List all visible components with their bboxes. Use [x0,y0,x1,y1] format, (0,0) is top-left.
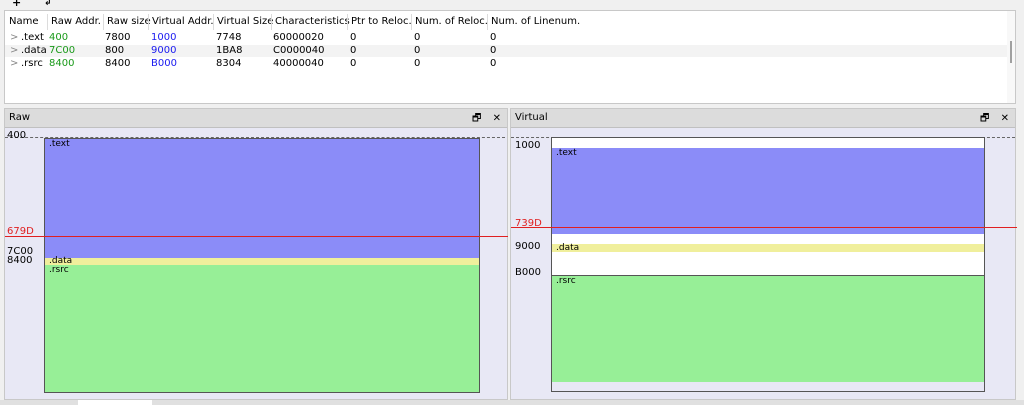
raw-size: 7800 [105,32,131,43]
characteristics: C0000040 [273,45,325,56]
close-icon[interactable]: ✕ [1001,113,1009,124]
raw-size: 8400 [105,58,131,69]
raw-section-map: .text .data .rsrc [44,138,480,393]
virtual-panel-header: Virtual 🗗 ✕ [511,109,1015,128]
restore-icon[interactable]: 🗗 [472,113,481,124]
col-separator [103,14,104,30]
section-label: .text [49,139,70,149]
virtual-cursor-line [511,227,1017,228]
section-name: .data [21,45,47,56]
col-separator [271,14,272,30]
virtual-header-gap [552,138,984,148]
col-separator [347,14,348,30]
table-header: Name Raw Addr. Raw size Virtual Addr. Vi… [5,14,1015,30]
section-name: .text [21,32,44,43]
raw-addr-start: 400 [7,130,27,141]
raw-panel-title: Raw [9,112,31,123]
raw-data-section[interactable]: .data [45,256,479,266]
col-ptr-reloc-header[interactable]: Ptr to Reloc. [351,16,412,27]
raw-addr: 400 [49,32,69,43]
raw-cursor-addr: 679D [7,226,34,237]
raw-addr-rsrc: 8400 [7,255,33,266]
col-num-linenum-header[interactable]: Num. of Linenum. [491,16,580,27]
section-label: .rsrc [556,276,576,286]
num-linenum: 0 [490,58,497,69]
num-reloc: 0 [414,45,421,56]
expand-chevron-icon[interactable]: > [10,45,18,57]
col-virtual-addr-header[interactable]: Virtual Addr. [152,16,214,27]
section-label: .text [556,148,577,158]
virtual-gap [552,234,984,244]
virtual-addr-data: 9000 [515,241,541,252]
virtual-text-section[interactable]: .text [552,148,984,234]
raw-rsrc-section[interactable]: .rsrc [45,265,479,392]
raw-addr: 8400 [49,58,75,69]
col-separator [148,14,149,30]
virtual-panel-title: Virtual [515,112,548,123]
expand-chevron-icon[interactable]: > [10,58,18,70]
ptr-reloc: 0 [350,32,357,43]
virtual-addr-rsrc: B000 [515,267,541,278]
characteristics: 40000040 [273,58,324,69]
table-row[interactable]: > .data 7C00 800 9000 1BA8 C0000040 0 0 … [5,45,1011,57]
virtual-size: 1BA8 [216,45,243,56]
ptr-reloc: 0 [350,58,357,69]
col-name-header[interactable]: Name [9,16,39,27]
virtual-size: 8304 [216,58,242,69]
extra-button[interactable]: ↲ [44,0,52,8]
table-row[interactable]: > .rsrc 8400 8400 B000 8304 40000040 0 0… [5,58,1011,70]
bottom-tab-bar [0,400,1024,405]
num-reloc: 0 [414,32,421,43]
virtual-cursor-addr: 739D [515,218,542,229]
sections-table: Name Raw Addr. Raw size Virtual Addr. Vi… [4,10,1016,104]
col-num-reloc-header[interactable]: Num. of Reloc. [415,16,488,27]
col-separator [411,14,412,30]
col-raw-addr-header[interactable]: Raw Addr. [51,16,101,27]
virtual-gap [552,252,984,276]
add-button[interactable]: + [12,0,21,9]
raw-panel-header: Raw 🗗 ✕ [5,109,507,128]
restore-icon[interactable]: 🗗 [980,113,989,124]
characteristics: 60000020 [273,32,324,43]
raw-addr: 7C00 [49,45,76,56]
scrollbar-thumb[interactable] [1010,41,1012,63]
virtual-addr: 1000 [151,32,177,43]
raw-size: 800 [105,45,125,56]
toolbar: + ↲ [0,0,1024,10]
section-label: .rsrc [49,265,69,275]
table-row[interactable]: > .text 400 7800 1000 7748 60000020 0 0 … [5,32,1011,44]
ptr-reloc: 0 [350,45,357,56]
virtual-data-section[interactable]: .data [552,243,984,253]
section-name: .rsrc [21,58,43,69]
expand-chevron-icon[interactable]: > [10,32,18,44]
col-raw-size-header[interactable]: Raw size [107,16,151,27]
num-reloc: 0 [414,58,421,69]
virtual-addr-start: 1000 [515,140,541,151]
virtual-addr: 9000 [151,45,177,56]
num-linenum: 0 [490,45,497,56]
close-icon[interactable]: ✕ [493,113,501,124]
col-characteristics-header[interactable]: Characteristics [275,16,350,27]
virtual-size: 7748 [216,32,242,43]
col-separator [213,14,214,30]
raw-text-section[interactable]: .text [45,139,479,258]
virtual-section-map: .text .data .rsrc [551,137,985,392]
col-separator [487,14,488,30]
vertical-scrollbar[interactable] [1007,11,1015,103]
num-linenum: 0 [490,32,497,43]
raw-cursor-line [5,236,508,237]
virtual-addr: B000 [151,58,177,69]
col-virtual-size-header[interactable]: Virtual Size [217,16,273,27]
virtual-panel: Virtual 🗗 ✕ 1000 .text .data .rsrc 739D … [510,108,1017,400]
raw-panel: Raw 🗗 ✕ 400 .text .data .rsrc 679D 7C00 … [4,108,508,400]
bottom-tab[interactable] [78,400,152,405]
col-separator [47,14,48,30]
virtual-rsrc-section[interactable]: .rsrc [552,276,984,382]
